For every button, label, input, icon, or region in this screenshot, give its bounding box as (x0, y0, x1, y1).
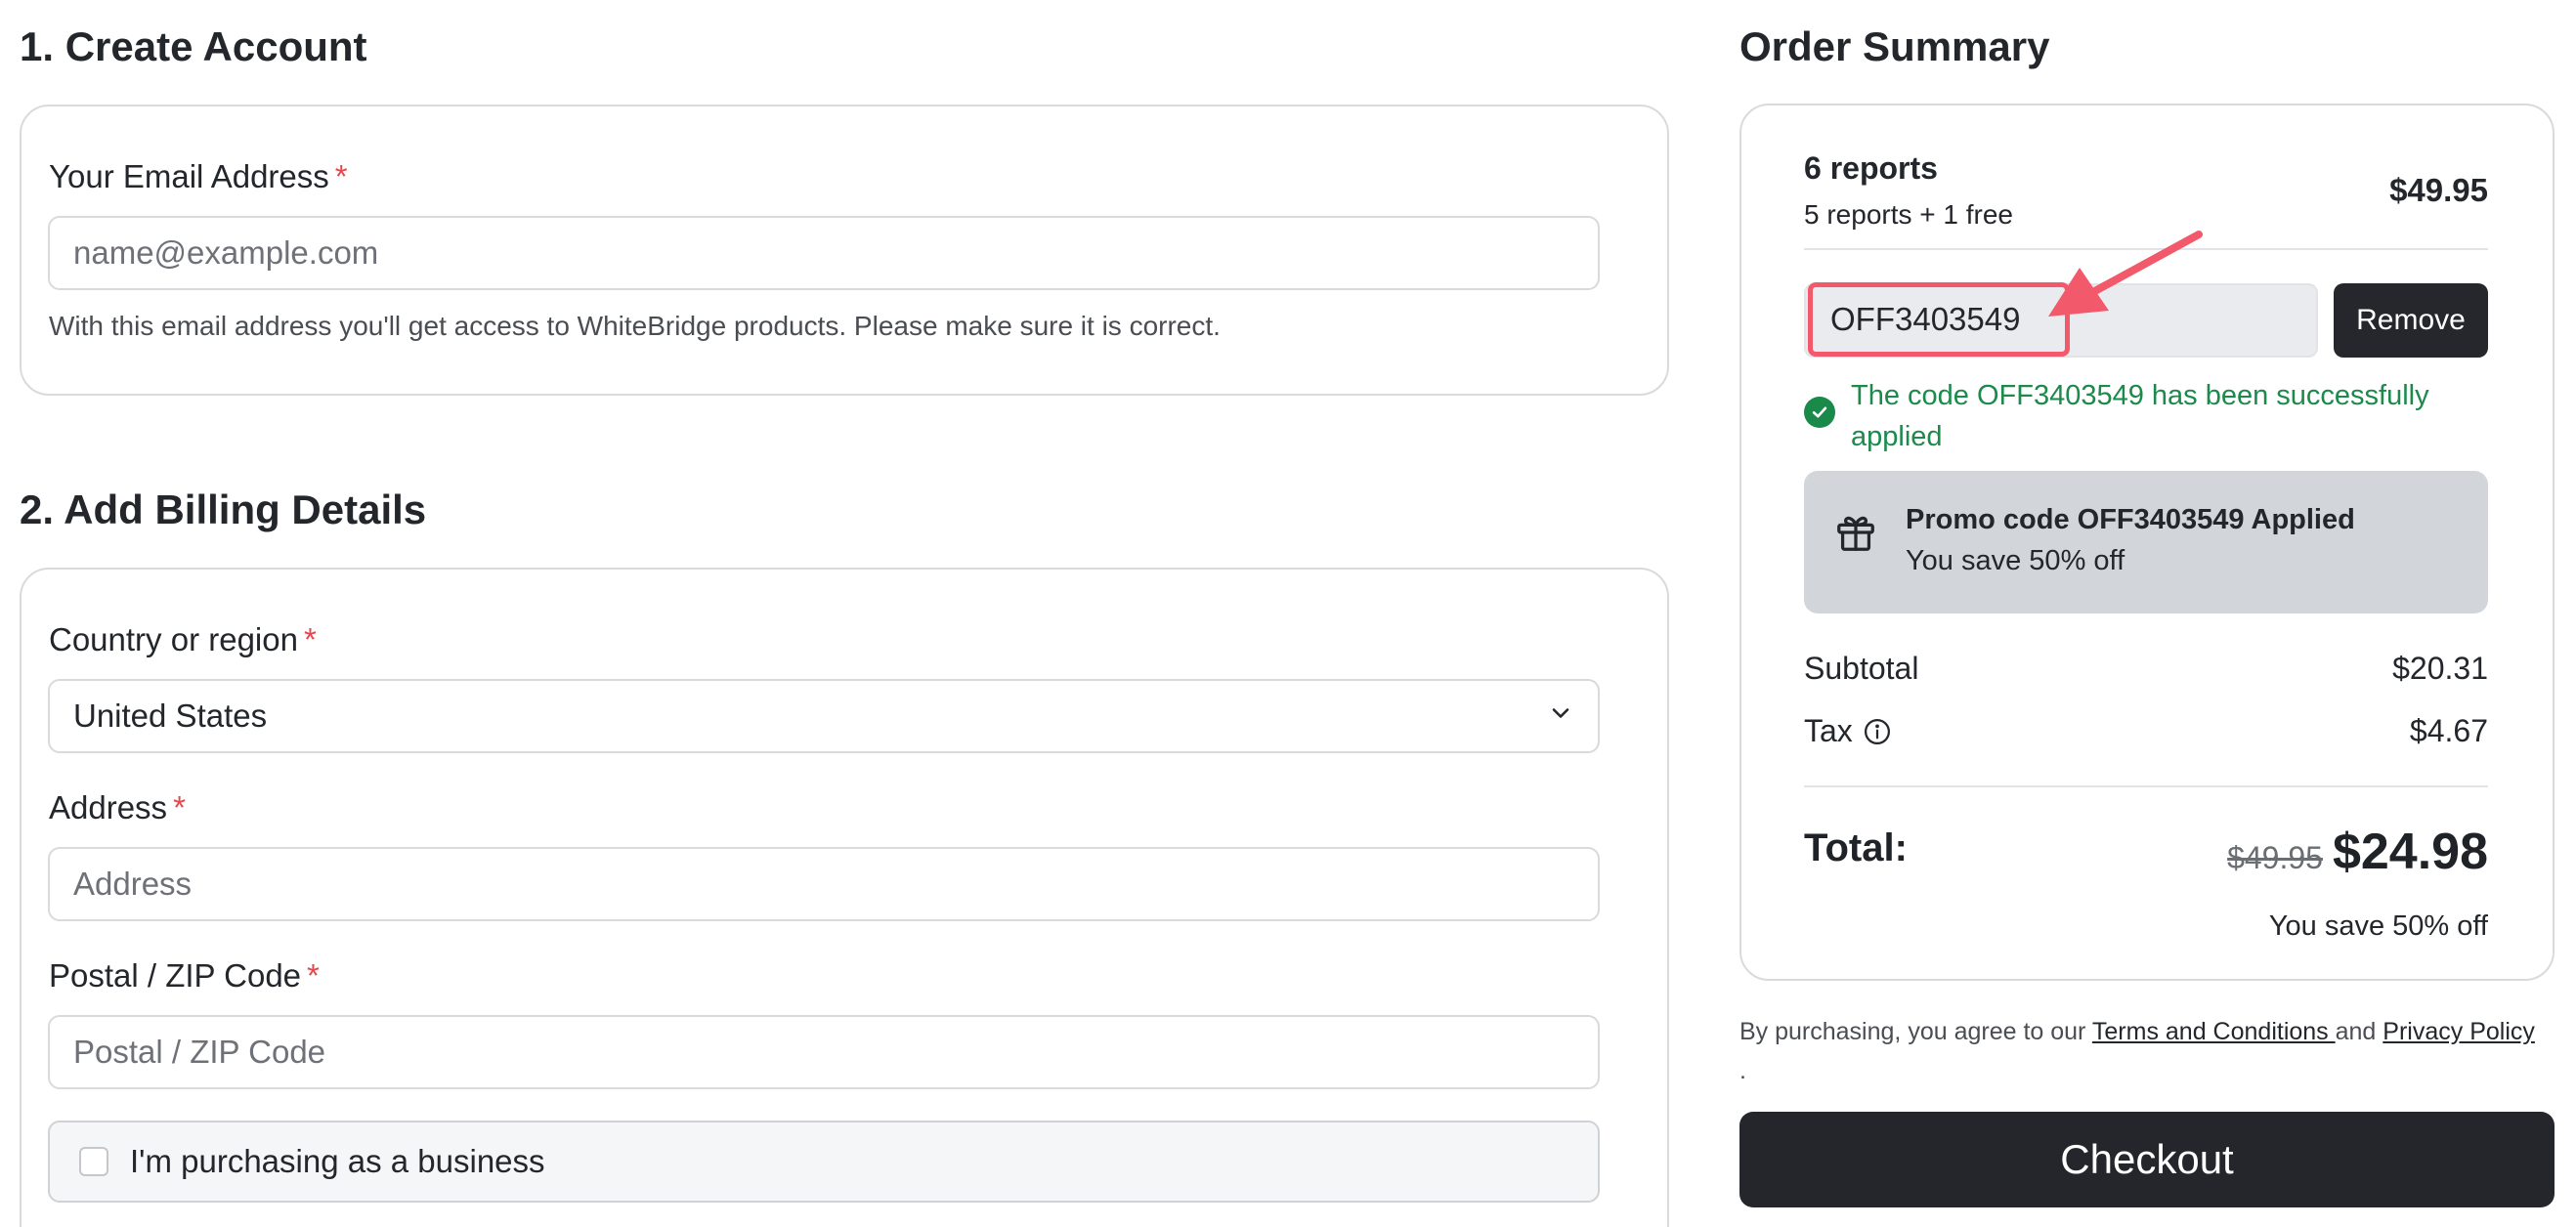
subtotal-value: $20.31 (2392, 651, 2488, 686)
required-mark: * (173, 789, 186, 825)
product-price: $49.95 (2389, 172, 2488, 208)
promo-applied-title: Promo code OFF3403549 Applied (1906, 504, 2355, 535)
address-input[interactable] (48, 847, 1600, 921)
required-mark: * (303, 621, 317, 657)
gift-icon (1833, 510, 1878, 560)
country-label: Country or region * (49, 621, 317, 657)
required-mark: * (307, 957, 320, 994)
divider (1804, 785, 2488, 787)
original-total: $49.95 (2227, 840, 2323, 875)
country-select-value: United States (73, 698, 268, 734)
info-icon[interactable] (1863, 717, 1892, 746)
business-checkbox-row[interactable]: I'm purchasing as a business (48, 1121, 1600, 1203)
terms-link[interactable]: Terms and Conditions (2092, 1018, 2336, 1045)
business-checkbox-label: I'm purchasing as a business (130, 1143, 545, 1179)
promo-applied-saving: You save 50% off (1906, 545, 2125, 576)
create-account-heading: 1. Create Account (20, 23, 367, 69)
country-select[interactable]: United States (48, 679, 1600, 753)
total-price-group: $49.95 $24.98 (2227, 823, 2488, 881)
subtotal-label: Subtotal (1804, 651, 1919, 686)
zip-input[interactable] (48, 1015, 1600, 1089)
privacy-link[interactable]: Privacy Policy (2383, 1018, 2535, 1045)
total-value: $24.98 (2332, 824, 2488, 880)
checkout-button[interactable]: Checkout (1739, 1112, 2555, 1207)
total-saving: You save 50% off (2268, 910, 2488, 942)
legal-notice: By purchasing, you agree to our Terms an… (1739, 1018, 2535, 1084)
product-name: 6 reports (1804, 150, 1938, 186)
email-input[interactable] (48, 216, 1600, 290)
billing-heading: 2. Add Billing Details (20, 487, 427, 532)
annotation-arrow-icon (2048, 231, 2203, 317)
total-label: Total: (1804, 826, 1908, 869)
product-detail: 5 reports + 1 free (1804, 199, 2014, 230)
remove-promo-button[interactable]: Remove (2334, 283, 2488, 358)
tax-value: $4.67 (2409, 713, 2488, 748)
promo-success-message: The code OFF3403549 has been successfull… (1851, 380, 2429, 452)
email-hint: With this email address you'll get acces… (49, 311, 1221, 341)
required-mark: * (334, 158, 348, 194)
check-circle-icon (1804, 397, 1835, 428)
chevron-down-icon (1547, 698, 1574, 735)
promo-applied-banner: Promo code OFF3403549 Applied You save 5… (1804, 471, 2488, 614)
zip-label: Postal / ZIP Code * (49, 957, 320, 994)
tax-label-row: Tax (1804, 713, 1892, 749)
checkout-page: 1. Create Account Your Email Address* Wi… (0, 0, 2576, 1227)
tax-label: Tax (1804, 713, 1853, 748)
order-summary-heading: Order Summary (1739, 23, 2050, 69)
email-label: Your Email Address * (49, 158, 348, 194)
promo-code-value[interactable]: OFF3403549 (1808, 282, 2070, 357)
business-checkbox[interactable] (79, 1147, 108, 1176)
address-label: Address * (49, 789, 186, 825)
